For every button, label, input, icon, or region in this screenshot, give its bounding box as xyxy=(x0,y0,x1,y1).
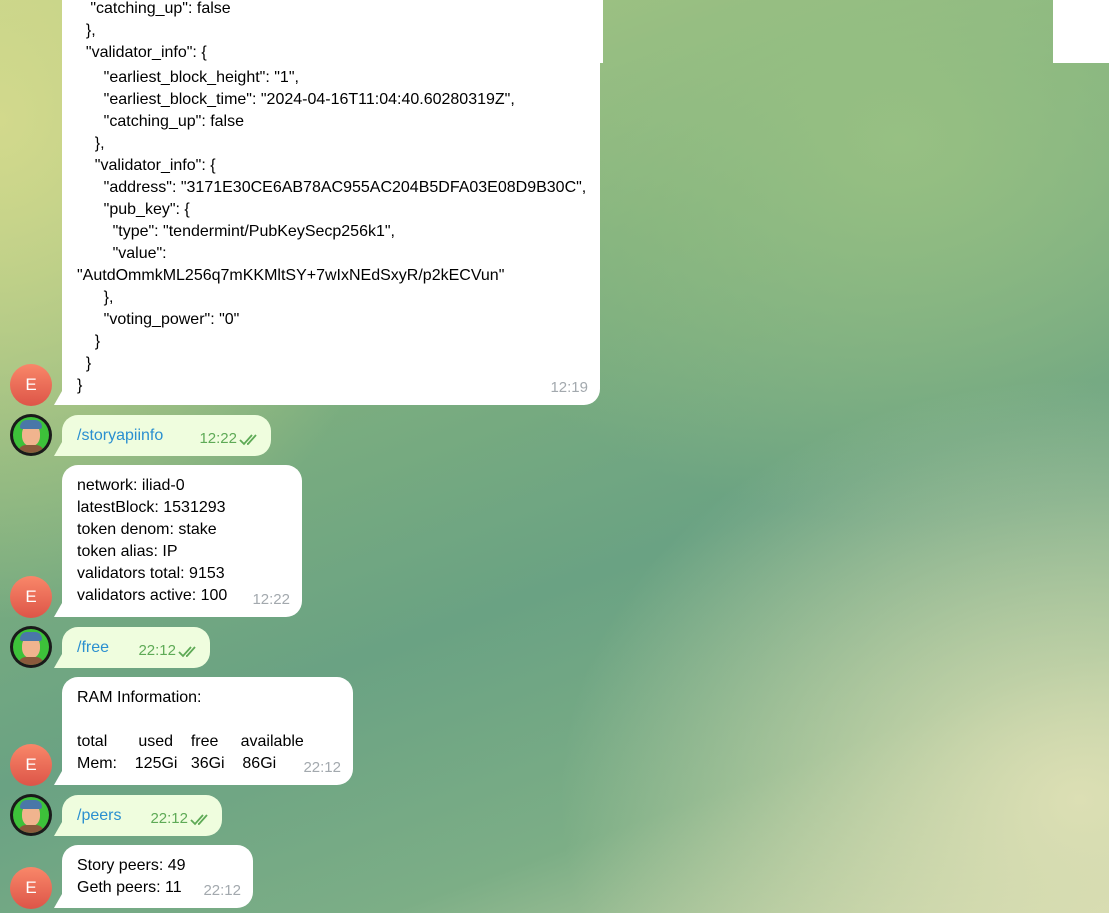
message-text-line: "voting_power": "0" xyxy=(77,311,240,328)
message-time: 22:12 xyxy=(138,642,176,659)
avatar[interactable]: E xyxy=(10,744,52,786)
message-text-line: "validator_info": { xyxy=(77,157,216,174)
message-text-line xyxy=(77,709,338,731)
message-text-line: }, xyxy=(77,135,105,152)
message-text-line: "type": "tendermint/PubKeySecp256k1", xyxy=(77,223,395,240)
message-time: 22:12 xyxy=(150,810,188,827)
message-text-line: }, xyxy=(77,22,96,39)
user-avatar[interactable] xyxy=(10,626,52,668)
message-text-line: validators total: 9153 xyxy=(77,565,225,582)
message-text-line: } xyxy=(77,355,92,372)
outgoing-command-message[interactable]: /peers 22:12 xyxy=(62,795,222,836)
avatar[interactable]: E xyxy=(10,364,52,406)
message-text-line: total used free available xyxy=(77,733,304,750)
message-text-line: token alias: IP xyxy=(77,543,178,560)
double-check-icon xyxy=(178,646,196,658)
double-check-icon xyxy=(190,814,208,826)
message-text-line: "catching_up": false xyxy=(77,0,231,17)
message-time: 22:12 xyxy=(303,759,341,776)
message-text-line: "validator_info": { xyxy=(77,44,207,61)
avatar[interactable]: E xyxy=(10,576,52,618)
command-link[interactable]: /storyapiinfo xyxy=(77,427,163,444)
message-text-line: Story peers: 49 xyxy=(77,857,186,874)
free-reply-message[interactable]: RAM Information: total used free availabl… xyxy=(62,677,353,785)
message-time: 12:22 xyxy=(199,430,237,447)
message-text-line: }, xyxy=(77,289,114,306)
user-avatar-image xyxy=(13,417,49,453)
message-text-line: "value": xyxy=(77,245,167,262)
command-link[interactable]: /peers xyxy=(77,807,121,824)
json-reply-message[interactable]: "earliest_block_height": "1", "earliest_… xyxy=(62,63,600,405)
message-text-line: token denom: stake xyxy=(77,521,217,538)
message-time: 12:19 xyxy=(550,379,588,396)
user-avatar-image xyxy=(13,797,49,833)
message-text-line: "address": "3171E30CE6AB78AC955AC204B5DF… xyxy=(77,179,587,196)
outgoing-command-message[interactable]: /storyapiinfo 12:22 xyxy=(62,415,271,456)
message-fragment: "catching_up": false }, "validator_info"… xyxy=(62,0,603,63)
user-avatar[interactable] xyxy=(10,794,52,836)
outgoing-command-message[interactable]: /free 22:12 xyxy=(62,627,210,668)
message-text-line: "AutdOmmkML256q7mKKMltSY+7wIxNEdSxyR/p2k… xyxy=(77,267,505,284)
message-text-line: latestBlock: 1531293 xyxy=(77,499,226,516)
user-avatar-image xyxy=(13,629,49,665)
message-time: 12:22 xyxy=(252,591,290,608)
message-time: 22:12 xyxy=(203,882,241,899)
message-text-line: network: iliad-0 xyxy=(77,477,185,494)
user-avatar[interactable] xyxy=(10,414,52,456)
avatar[interactable]: E xyxy=(10,867,52,909)
message-text-line: "catching_up": false xyxy=(77,113,245,130)
double-check-icon xyxy=(239,434,257,446)
message-text-line: RAM Information: xyxy=(77,689,202,706)
message-text-line: "earliest_block_height": "1", xyxy=(77,69,299,86)
message-text-line: } xyxy=(77,333,101,350)
message-text-line: "earliest_block_time": "2024-04-16T11:04… xyxy=(77,91,515,108)
window-overlay-fragment xyxy=(1053,0,1109,63)
command-link[interactable]: /free xyxy=(77,639,109,656)
apiinfo-reply-message[interactable]: network: iliad-0 latestBlock: 1531293 toke… xyxy=(62,465,302,617)
message-text-line: Mem: 125Gi 36Gi 86Gi xyxy=(77,755,277,772)
message-text-line: "pub_key": { xyxy=(77,201,190,218)
message-text-line: } xyxy=(77,377,83,394)
peers-reply-message[interactable]: Story peers: 49 Geth peers: 11 22:12 xyxy=(62,845,253,908)
